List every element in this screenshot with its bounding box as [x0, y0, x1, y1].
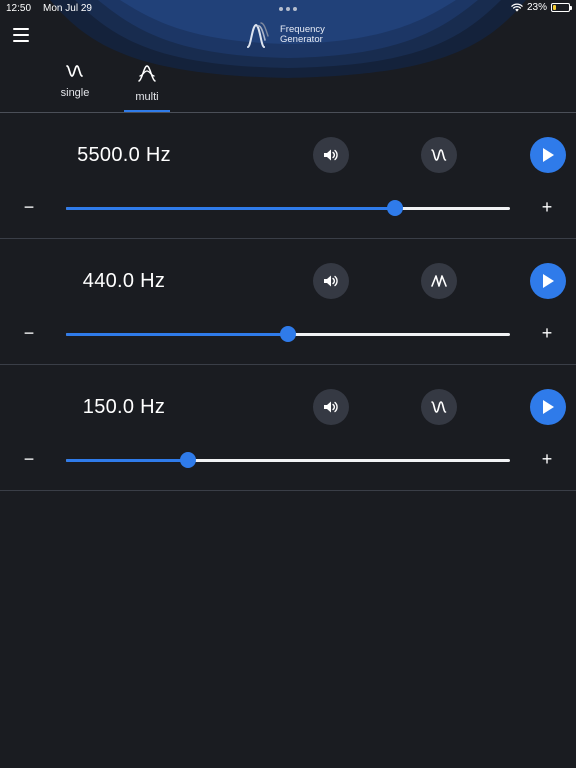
speaker-icon	[324, 149, 338, 161]
play-icon	[543, 274, 554, 288]
increase-frequency-button[interactable]: +	[538, 324, 556, 342]
mode-tabs: single multi	[52, 60, 170, 112]
slider-thumb[interactable]	[387, 200, 404, 216]
slider-fill	[66, 333, 288, 336]
frequency-value[interactable]: 5500.0 Hz	[60, 144, 188, 167]
frequency-logo-icon	[247, 22, 269, 48]
waveform-button[interactable]	[421, 389, 457, 425]
frequency-slider[interactable]	[66, 452, 510, 468]
tab-single[interactable]: single	[52, 60, 98, 112]
speaker-icon	[324, 275, 338, 287]
waveform-button[interactable]	[421, 263, 457, 299]
increase-frequency-button[interactable]: +	[538, 198, 556, 216]
wifi-icon	[511, 3, 523, 12]
play-button[interactable]	[530, 389, 566, 425]
status-time: 12:50	[6, 3, 32, 14]
volume-button[interactable]	[313, 263, 349, 299]
tab-single-label: single	[60, 87, 90, 99]
multitasking-dots-icon[interactable]	[279, 7, 297, 11]
slider-fill	[66, 207, 396, 210]
status-bar: 12:50 Mon Jul 29 23%	[0, 0, 576, 16]
frequency-slider[interactable]	[66, 326, 510, 342]
waveform-button[interactable]	[421, 137, 457, 173]
play-icon	[543, 400, 554, 414]
generator-row: 150.0 Hz − +	[0, 365, 576, 491]
sawtooth-wave-icon	[431, 275, 447, 287]
decrease-frequency-button[interactable]: −	[20, 198, 38, 216]
decrease-frequency-button[interactable]: −	[20, 324, 38, 342]
frequency-slider[interactable]	[66, 200, 510, 216]
tab-multi[interactable]: multi	[124, 60, 170, 112]
frequency-value[interactable]: 150.0 Hz	[60, 396, 188, 419]
volume-button[interactable]	[313, 389, 349, 425]
app-logo: Frequency Generator	[246, 22, 325, 48]
speaker-icon	[324, 401, 338, 413]
sine-wave-icon	[431, 149, 447, 161]
generator-row: 440.0 Hz − +	[0, 239, 576, 365]
sine-wave-icon	[431, 401, 447, 413]
play-button[interactable]	[530, 263, 566, 299]
battery-icon	[551, 3, 572, 12]
multi-wave-icon	[138, 65, 156, 82]
play-icon	[543, 148, 554, 162]
volume-button[interactable]	[313, 137, 349, 173]
slider-thumb[interactable]	[180, 452, 197, 468]
generator-list: 5500.0 Hz − + 440.0 Hz − + 150.0 Hz − +	[0, 113, 576, 491]
battery-percent: 23%	[526, 2, 547, 13]
increase-frequency-button[interactable]: +	[538, 450, 556, 468]
app-title-line2: Generator	[280, 34, 323, 45]
slider-fill	[66, 459, 189, 462]
play-button[interactable]	[530, 137, 566, 173]
tab-multi-label: multi	[135, 91, 159, 103]
menu-button[interactable]	[13, 28, 29, 42]
slider-thumb[interactable]	[280, 326, 296, 342]
frequency-value[interactable]: 440.0 Hz	[60, 270, 188, 293]
status-date: Mon Jul 29	[43, 3, 92, 14]
sine-wave-icon	[66, 65, 83, 77]
decrease-frequency-button[interactable]: −	[20, 450, 38, 468]
generator-row: 5500.0 Hz − +	[0, 113, 576, 239]
